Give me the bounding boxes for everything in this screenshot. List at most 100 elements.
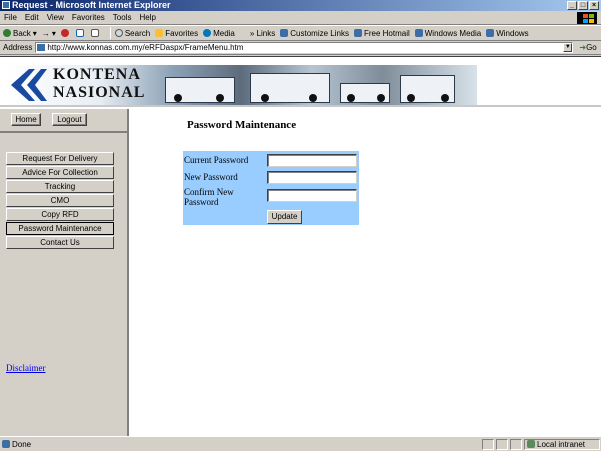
- link-windows-label: Windows: [496, 28, 529, 38]
- new-password-label: New Password: [184, 172, 238, 182]
- ie-page-icon: [353, 29, 362, 37]
- done-page-icon: [2, 440, 10, 448]
- nav-contact-us[interactable]: Contact Us: [6, 236, 114, 249]
- search-label: Search: [124, 28, 151, 38]
- confirm-label-line-1: Confirm New: [184, 187, 234, 197]
- media-button[interactable]: Media: [203, 29, 235, 38]
- back-button[interactable]: Back ▾: [3, 29, 37, 38]
- main-frame: Password Maintenance Current Password Ne…: [131, 109, 601, 437]
- menu-view[interactable]: View: [47, 13, 64, 22]
- truck-graphic: [250, 73, 330, 103]
- brand-line-2: NASIONAL: [53, 84, 146, 101]
- brand-name: KONTENA NASIONAL: [53, 66, 145, 102]
- media-icon: [203, 29, 212, 37]
- home-button[interactable]: [90, 29, 101, 37]
- link-hotmail[interactable]: Free Hotmail: [353, 28, 410, 38]
- nav-password-maintenance[interactable]: Password Maintenance: [6, 222, 114, 235]
- status-cell: [482, 438, 494, 450]
- minimize-button[interactable]: _: [567, 1, 577, 10]
- menu-favorites[interactable]: Favorites: [72, 13, 105, 22]
- status-cell: [496, 438, 508, 450]
- maximize-button[interactable]: □: [578, 1, 588, 10]
- close-button[interactable]: ×: [589, 1, 599, 10]
- address-label: Address: [3, 43, 33, 52]
- back-label: Back: [13, 28, 31, 38]
- left-nav-frame: Home Logout Request For Delivery Advice …: [0, 109, 129, 437]
- zone-cell: Local intranet: [524, 438, 600, 450]
- refresh-icon: [75, 29, 84, 37]
- ie-icon: [2, 1, 10, 9]
- link-windows-media[interactable]: Windows Media: [414, 28, 482, 38]
- status-text-cell: Done: [0, 439, 480, 450]
- home-icon: [90, 29, 99, 37]
- favorites-button[interactable]: Favorites: [155, 29, 198, 38]
- page-content: KONTENA NASIONAL Home Logout Request For…: [0, 56, 601, 437]
- confirm-password-field[interactable]: [267, 189, 357, 202]
- favorites-star-icon: [155, 29, 164, 37]
- banner-image: KONTENA NASIONAL: [5, 65, 477, 105]
- kontena-logo-icon: [11, 69, 47, 101]
- truck-graphic: [400, 75, 455, 103]
- menu-edit[interactable]: Edit: [25, 13, 39, 22]
- search-icon: [114, 29, 123, 37]
- current-password-field[interactable]: [267, 154, 357, 167]
- top-buttons: Home Logout: [0, 109, 129, 133]
- zone-text: Local intranet: [537, 439, 586, 449]
- links-button[interactable]: » Links: [250, 29, 275, 38]
- stop-button[interactable]: [60, 29, 71, 37]
- nav-cmo[interactable]: CMO: [6, 194, 114, 207]
- nav-advice-for-collection[interactable]: Advice For Collection: [6, 166, 114, 179]
- toolbar: Back ▾ → ▾ Search Favorites Media » Links …: [0, 25, 601, 41]
- address-url: http://www.konnas.com.my/eRFDaspx/FrameM…: [47, 43, 244, 52]
- back-arrow-icon: [3, 29, 11, 37]
- chevron-icon: »: [249, 28, 255, 38]
- link-hotmail-label: Free Hotmail: [363, 28, 410, 38]
- status-bar: Done Local intranet: [0, 436, 601, 451]
- update-button[interactable]: Update: [267, 210, 302, 224]
- forward-arrow-icon: →: [41, 28, 50, 38]
- toolbar-separator: [109, 27, 111, 39]
- menu-help[interactable]: Help: [139, 13, 155, 22]
- address-input[interactable]: http://www.konnas.com.my/eRFDaspx/FrameM…: [35, 42, 574, 53]
- menu-tools[interactable]: Tools: [113, 13, 132, 22]
- forward-button[interactable]: → ▾: [42, 29, 56, 38]
- logout-button[interactable]: Logout: [52, 113, 87, 126]
- page-icon: [37, 44, 46, 51]
- confirm-password-label: Confirm New Password: [184, 187, 234, 207]
- confirm-label-line-2: Password: [184, 197, 219, 207]
- windows-logo-icon: [577, 12, 597, 24]
- back-dropdown-icon[interactable]: ▾: [33, 29, 37, 38]
- menu-bar: File Edit View Favorites Tools Help: [0, 11, 601, 25]
- home-nav-button[interactable]: Home: [11, 113, 41, 126]
- link-customize[interactable]: Customize Links: [280, 29, 349, 38]
- new-password-field[interactable]: [267, 171, 357, 184]
- go-button[interactable]: ➜Go: [579, 43, 596, 52]
- nav-copy-rfd[interactable]: Copy RFD: [6, 208, 114, 221]
- menu-file[interactable]: File: [4, 13, 17, 22]
- search-button[interactable]: Search: [114, 28, 151, 38]
- go-label: Go: [586, 43, 597, 52]
- truck-graphic: [165, 77, 235, 103]
- current-password-label: Current Password: [184, 155, 249, 165]
- page-title: Password Maintenance: [187, 119, 297, 131]
- ie-page-icon: [486, 29, 495, 37]
- title-bar: Request - Microsoft Internet Explorer _ …: [0, 0, 601, 11]
- favorites-label: Favorites: [165, 28, 199, 38]
- links-label: Links: [256, 28, 276, 38]
- address-bar: Address http://www.konnas.com.my/eRFDasp…: [0, 41, 601, 55]
- ie-page-icon: [280, 29, 289, 37]
- address-dropdown-icon[interactable]: ▼: [563, 43, 573, 52]
- password-form: Current Password New Password Confirm Ne…: [183, 151, 359, 225]
- truck-graphic: [340, 83, 390, 103]
- brand-line-1: KONTENA: [53, 66, 141, 83]
- nav-request-for-delivery[interactable]: Request For Delivery: [6, 152, 114, 165]
- banner-frame: KONTENA NASIONAL: [0, 57, 601, 107]
- refresh-button[interactable]: [75, 29, 86, 37]
- ie-page-icon: [414, 29, 423, 37]
- nav-tracking[interactable]: Tracking: [6, 180, 114, 193]
- link-windows[interactable]: Windows: [486, 28, 529, 38]
- disclaimer-link[interactable]: Disclaimer: [6, 363, 46, 373]
- stop-icon: [60, 29, 69, 37]
- link-windows-media-label: Windows Media: [424, 28, 482, 38]
- intranet-icon: [527, 440, 535, 448]
